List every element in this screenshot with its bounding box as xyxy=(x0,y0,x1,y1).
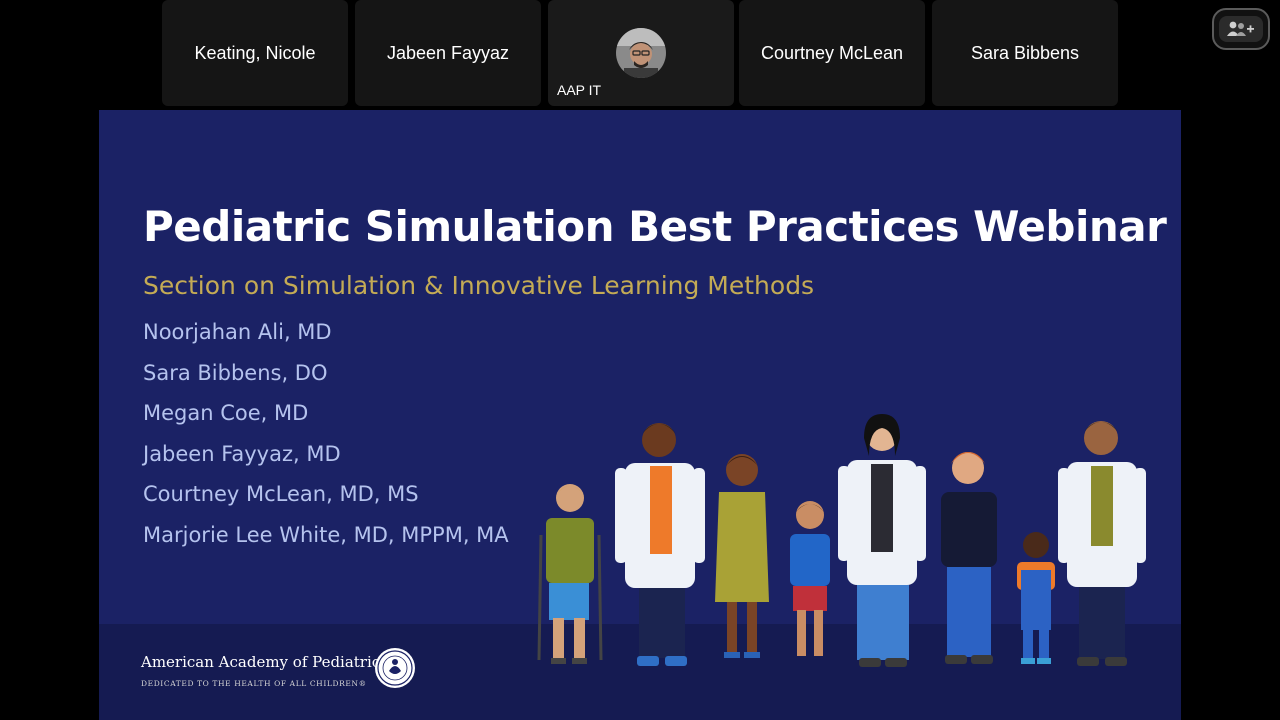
seal-icon xyxy=(375,648,415,688)
presenter-name: Megan Coe, MD xyxy=(143,401,309,425)
participant-name: Jabeen Fayyaz xyxy=(386,42,510,63)
participant-tile[interactable]: Courtney McLean xyxy=(739,0,925,106)
participant-name: Courtney McLean xyxy=(760,42,904,63)
presenter-name: Courtney McLean, MD, MS xyxy=(143,482,419,506)
slide-subtitle: Section on Simulation & Innovative Learn… xyxy=(143,271,815,300)
organization-tagline: DEDICATED TO THE HEALTH OF ALL CHILDREN® xyxy=(141,679,367,688)
presentation-slide: Pediatric Simulation Best Practices Webi… xyxy=(99,110,1181,720)
slide-title: Pediatric Simulation Best Practices Webi… xyxy=(143,202,1167,251)
participants-button[interactable] xyxy=(1212,8,1270,50)
participant-tile[interactable]: Keating, Nicole xyxy=(162,0,348,106)
presenter-name: Sara Bibbens, DO xyxy=(143,361,328,385)
participant-tile-video[interactable]: AAP IT xyxy=(548,0,734,106)
participant-tile[interactable]: Jabeen Fayyaz xyxy=(355,0,541,106)
people-illustration xyxy=(537,414,1146,667)
avatar xyxy=(616,28,666,78)
organization-name: American Academy of Pediatrics xyxy=(141,653,388,671)
people-plus-icon xyxy=(1227,21,1254,36)
participant-name: Keating, Nicole xyxy=(194,42,316,63)
participant-strip: Keating, Nicole Jabeen Fayyaz AAP IT Cou… xyxy=(162,0,1118,106)
participant-name: AAP IT xyxy=(557,82,602,98)
aap-logo: American Academy of Pediatrics DEDICATED… xyxy=(119,648,415,693)
presenter-name: Jabeen Fayyaz, MD xyxy=(143,442,341,466)
presenter-name: Noorjahan Ali, MD xyxy=(143,320,332,344)
participant-name: Sara Bibbens xyxy=(970,42,1080,63)
participant-tile[interactable]: Sara Bibbens xyxy=(932,0,1118,106)
presenter-name: Marjorie Lee White, MD, MPPM, MA xyxy=(143,523,509,547)
